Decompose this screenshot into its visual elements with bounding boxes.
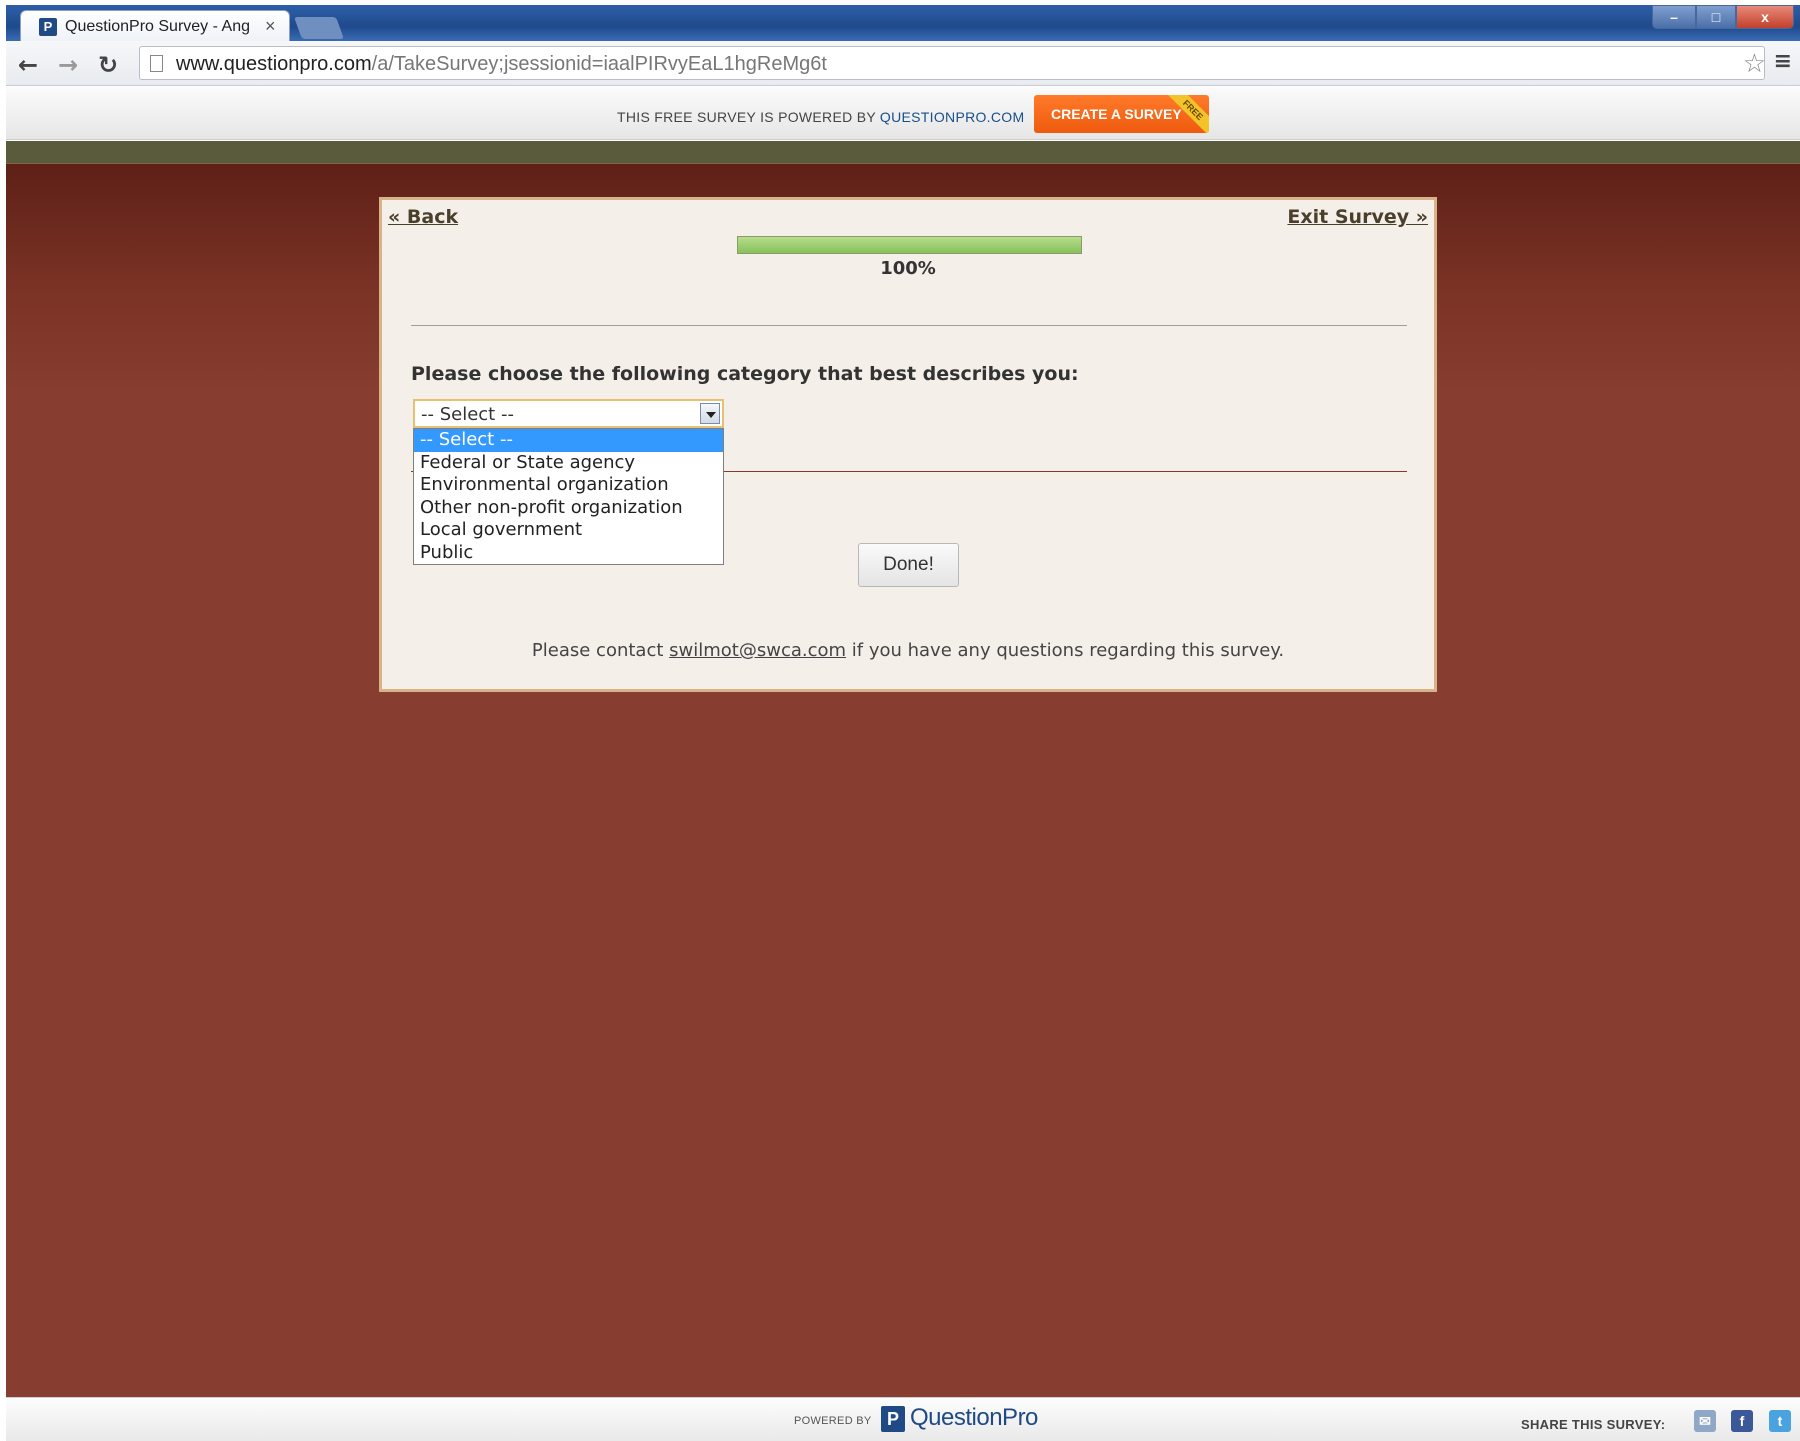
url-text: www.questionpro.com/a/TakeSurvey;jsessio…	[176, 53, 827, 75]
share-label: SHARE THIS SURVEY:	[1521, 1417, 1666, 1432]
dropdown-option[interactable]: Federal or State agency	[414, 452, 723, 475]
email-icon[interactable]: ✉	[1694, 1410, 1716, 1432]
question-text: Please choose the following category tha…	[411, 363, 1079, 385]
facebook-icon[interactable]: f	[1731, 1410, 1753, 1432]
page-footer: POWERED BY P QuestionPro SHARE THIS SURV…	[6, 1397, 1800, 1441]
questionpro-favicon-icon: P	[39, 18, 57, 36]
exit-survey-link[interactable]: Exit Survey »	[1287, 206, 1428, 228]
questionpro-logo-icon: P	[881, 1406, 905, 1432]
menu-icon[interactable]: ≡	[1774, 49, 1792, 74]
arrow-left-icon[interactable]: ←	[18, 51, 38, 79]
close-window-button[interactable]: x	[1736, 5, 1794, 29]
create-survey-button[interactable]: CREATE A SURVEY FREE	[1034, 95, 1209, 133]
window-titlebar: P QuestionPro Survey - Ang × – □ x	[6, 5, 1800, 42]
progress-label: 100%	[880, 258, 936, 279]
star-icon[interactable]: ☆	[1743, 49, 1766, 79]
powered-by-text: POWERED BY	[794, 1415, 872, 1427]
progress-bar	[737, 236, 1082, 254]
window-controls: – □ x	[1652, 5, 1794, 29]
dropdown-option[interactable]: Local government	[414, 519, 723, 542]
twitter-icon[interactable]: t	[1769, 1410, 1791, 1432]
contact-text: Please contact swilmot@swca.com if you h…	[531, 640, 1285, 661]
questionpro-logo[interactable]: QuestionPro	[910, 1404, 1038, 1432]
dropdown-option[interactable]: Environmental organization	[414, 474, 723, 497]
new-tab-button[interactable]	[293, 17, 345, 39]
page-icon	[150, 55, 163, 72]
address-bar[interactable]: www.questionpro.com/a/TakeSurvey;jsessio…	[139, 46, 1766, 80]
tab-close-icon[interactable]: ×	[265, 16, 276, 37]
category-select[interactable]: -- Select --	[413, 399, 724, 428]
back-link[interactable]: « Back	[388, 206, 458, 228]
promo-text: THIS FREE SURVEY IS POWERED BY QUESTIONP…	[617, 109, 1025, 125]
category-dropdown-list: -- Select -- Federal or State agency Env…	[413, 428, 724, 565]
tab-title: QuestionPro Survey - Ang	[65, 18, 250, 35]
promo-brand-link[interactable]: QUESTIONPRO.COM	[880, 109, 1025, 125]
chevron-down-icon[interactable]	[700, 403, 720, 424]
browser-toolbar: ← → ↻ www.questionpro.com/a/TakeSurvey;j…	[6, 41, 1800, 86]
arrow-right-icon[interactable]: →	[58, 51, 78, 79]
reload-icon[interactable]: ↻	[98, 51, 118, 79]
divider	[411, 325, 1407, 326]
done-button[interactable]: Done!	[858, 543, 959, 587]
select-value: -- Select --	[421, 404, 514, 425]
dropdown-option[interactable]: -- Select --	[414, 429, 723, 452]
minimize-button[interactable]: –	[1652, 5, 1696, 29]
dropdown-option[interactable]: Other non-profit organization	[414, 497, 723, 520]
header-strip	[6, 141, 1800, 164]
browser-tab[interactable]: P QuestionPro Survey - Ang ×	[20, 10, 290, 42]
dropdown-option[interactable]: Public	[414, 542, 723, 565]
contact-email-link[interactable]: swilmot@swca.com	[669, 640, 846, 661]
progress-fill	[738, 237, 1081, 253]
maximize-button[interactable]: □	[1696, 5, 1736, 29]
promo-bar: THIS FREE SURVEY IS POWERED BY QUESTIONP…	[6, 87, 1800, 140]
